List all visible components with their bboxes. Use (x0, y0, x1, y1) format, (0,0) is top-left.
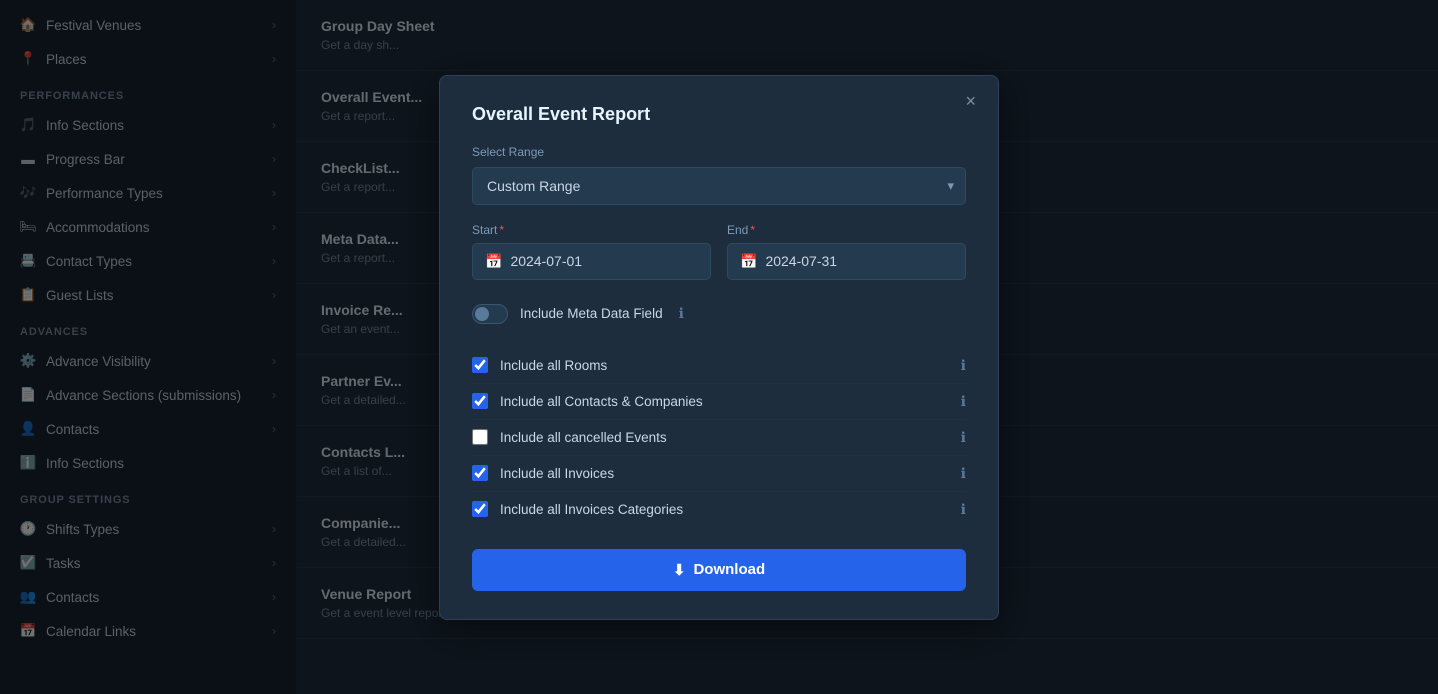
checkbox-label-rooms[interactable]: Include all Rooms (500, 358, 949, 373)
checkbox-label-contacts[interactable]: Include all Contacts & Companies (500, 394, 949, 409)
toggle-row: Include Meta Data Field ℹ (472, 298, 966, 330)
checkbox-cancelled-events[interactable] (472, 429, 488, 445)
checkbox-row-contacts: Include all Contacts & Companies ℹ (472, 384, 966, 420)
end-date-label: End* (727, 223, 966, 237)
calendar-start-icon: 📅 (485, 253, 502, 270)
info-icon-contacts[interactable]: ℹ (961, 393, 966, 410)
start-date-input[interactable] (510, 253, 698, 269)
toggle-slider (472, 304, 508, 324)
checkbox-label-cancelled[interactable]: Include all cancelled Events (500, 430, 949, 445)
select-range-label: Select Range (472, 145, 966, 159)
start-date-field: Start* 📅 (472, 223, 711, 280)
meta-data-toggle[interactable] (472, 304, 508, 324)
checkbox-row-invoices-categories: Include all Invoices Categories ℹ (472, 492, 966, 527)
end-date-field: End* 📅 (727, 223, 966, 280)
info-icon-invoices[interactable]: ℹ (961, 465, 966, 482)
toggle-label: Include Meta Data Field (520, 306, 663, 321)
checkbox-rooms[interactable] (472, 357, 488, 373)
end-date-input[interactable] (765, 253, 953, 269)
checkbox-row-cancelled: Include all cancelled Events ℹ (472, 420, 966, 456)
end-date-input-wrap: 📅 (727, 243, 966, 280)
start-date-input-wrap: 📅 (472, 243, 711, 280)
toggle-info-icon[interactable]: ℹ (679, 305, 684, 322)
info-icon-cancelled[interactable]: ℹ (961, 429, 966, 446)
checkbox-invoices[interactable] (472, 465, 488, 481)
download-icon: ⬇ (673, 561, 686, 579)
start-date-label: Start* (472, 223, 711, 237)
date-row: Start* 📅 End* 📅 (472, 223, 966, 280)
checkbox-list: Include all Rooms ℹ Include all Contacts… (472, 348, 966, 527)
checkbox-invoices-categories[interactable] (472, 501, 488, 517)
calendar-end-icon: 📅 (740, 253, 757, 270)
checkbox-label-invoices[interactable]: Include all Invoices (500, 466, 949, 481)
checkbox-label-invoices-categories[interactable]: Include all Invoices Categories (500, 502, 949, 517)
select-range-wrapper: Custom Range This Week This Month Last M… (472, 167, 966, 205)
info-icon-invoices-categories[interactable]: ℹ (961, 501, 966, 518)
select-range-dropdown[interactable]: Custom Range This Week This Month Last M… (472, 167, 966, 205)
download-button[interactable]: ⬇ Download (472, 549, 966, 591)
modal-overall-event-report: × Overall Event Report Select Range Cust… (439, 75, 999, 620)
info-icon-rooms[interactable]: ℹ (961, 357, 966, 374)
checkbox-row-rooms: Include all Rooms ℹ (472, 348, 966, 384)
checkbox-contacts-companies[interactable] (472, 393, 488, 409)
modal-close-button[interactable]: × (959, 90, 982, 112)
modal-overlay[interactable]: × Overall Event Report Select Range Cust… (0, 0, 1438, 694)
checkbox-row-invoices: Include all Invoices ℹ (472, 456, 966, 492)
modal-title: Overall Event Report (472, 104, 966, 125)
